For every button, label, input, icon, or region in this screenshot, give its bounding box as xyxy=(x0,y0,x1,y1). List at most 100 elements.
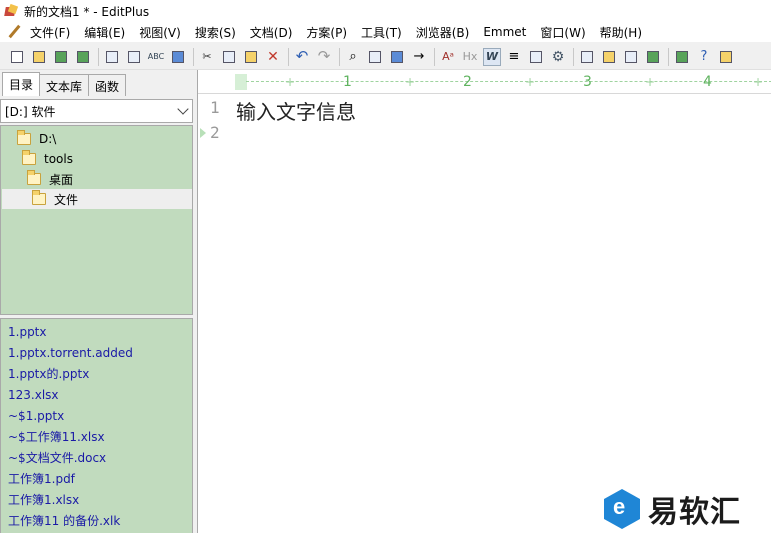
menu-edit[interactable]: 编辑(E) xyxy=(84,24,125,41)
file-list-item[interactable]: 工作簿1.xlsx xyxy=(1,490,192,511)
view4-icon[interactable] xyxy=(644,48,662,66)
wordwrap-icon[interactable]: W xyxy=(483,47,501,66)
toolbar: ABC ✂ ✕ ↶ ↷ ⌕ → Aᵃ Hx W ≡ ⚙ ? xyxy=(0,44,771,70)
file-list-item[interactable]: 123.xlsx xyxy=(1,385,192,406)
file-list-item[interactable]: 1.pptx.torrent.added xyxy=(1,343,192,364)
ruler-tick: + xyxy=(645,75,656,89)
cliptext-icon[interactable] xyxy=(717,48,735,66)
view1-icon[interactable] xyxy=(578,48,596,66)
settings-icon[interactable]: ⚙ xyxy=(549,48,567,66)
line-number: 1 xyxy=(210,98,220,117)
tree-item-desktop[interactable]: 桌面 xyxy=(27,169,73,189)
font-icon[interactable]: Aᵃ xyxy=(439,48,457,66)
ruler-tick: + xyxy=(753,75,764,89)
title-bar: 新的文档1 * - EditPlus xyxy=(0,0,771,22)
tree-item-files[interactable]: 文件 xyxy=(2,189,192,209)
ruler-number-2: 2 xyxy=(463,74,472,90)
copy-icon[interactable] xyxy=(220,48,238,66)
ruler-number-4: 4 xyxy=(703,74,712,90)
delete-icon[interactable]: ✕ xyxy=(264,48,282,66)
menu-view[interactable]: 视图(V) xyxy=(139,24,181,41)
menu-search[interactable]: 搜索(S) xyxy=(195,24,236,41)
indent-icon[interactable]: ≡ xyxy=(505,48,523,66)
sidebar-tabs: 目录 文本库 函数 xyxy=(0,72,195,96)
toolbar-separator xyxy=(288,47,289,66)
brand-logo-icon: e xyxy=(604,489,640,529)
toolbar-separator xyxy=(434,47,435,66)
ruler-number-1: 1 xyxy=(343,74,352,90)
file-list-item[interactable]: 工作簿11 的备份.xlk xyxy=(1,511,192,532)
tree-item-label: 桌面 xyxy=(49,172,74,187)
find-icon[interactable]: ⌕ xyxy=(344,48,362,66)
watermark: e 易软汇 xyxy=(604,487,741,531)
edit-icon[interactable] xyxy=(388,48,406,66)
paste-icon[interactable] xyxy=(242,48,260,66)
ruler-number-3: 3 xyxy=(583,74,592,90)
drive-select-value: [D:] 软件 xyxy=(5,104,56,119)
editor-pane[interactable]: + 1 + 2 + 3 + 4 + 1 2 输入文字信息 xyxy=(197,70,771,533)
drive-select[interactable]: [D:] 软件 xyxy=(0,99,193,123)
toolbar-separator xyxy=(193,47,194,66)
menu-bar: 文件(F) 编辑(E) 视图(V) 搜索(S) 文档(D) 方案(P) 工具(T… xyxy=(0,22,771,42)
save-icon[interactable] xyxy=(52,48,70,66)
watermark-text: 易软汇 xyxy=(648,495,741,530)
file-list-item[interactable]: ~$工作簿11.xlsx xyxy=(1,427,192,448)
file-list-item[interactable]: 工作簿1.pdf xyxy=(1,469,192,490)
current-line-arrow-icon xyxy=(200,128,206,138)
tree-item-d-drive[interactable]: D:\ xyxy=(17,129,56,149)
tree-item-label: D:\ xyxy=(39,132,57,146)
menu-help[interactable]: 帮助(H) xyxy=(600,24,642,41)
undo-icon[interactable]: ↶ xyxy=(293,48,311,66)
ruler-track xyxy=(246,81,771,82)
menu-file[interactable]: 文件(F) xyxy=(30,24,70,41)
tab-cliptext[interactable]: 文本库 xyxy=(39,74,90,96)
window-title: 新的文档1 * - EditPlus xyxy=(24,4,150,19)
view2-icon[interactable] xyxy=(600,48,618,66)
toolbar-separator xyxy=(339,47,340,66)
open-folder-icon[interactable] xyxy=(30,48,48,66)
hx-icon[interactable]: Hx xyxy=(461,48,479,66)
sync-icon[interactable] xyxy=(169,48,187,66)
tab-functions[interactable]: 函数 xyxy=(88,74,127,96)
file-list-item[interactable]: ~$文档文件.docx xyxy=(1,448,192,469)
folder-icon xyxy=(17,130,31,145)
menu-emmet[interactable]: Emmet xyxy=(483,25,526,39)
ruler-tick: + xyxy=(525,75,536,89)
menu-window[interactable]: 窗口(W) xyxy=(540,24,585,41)
tab-directory[interactable]: 目录 xyxy=(2,72,41,96)
print-preview-icon[interactable] xyxy=(103,48,121,66)
directory-tree: D:\ tools 桌面 文件 xyxy=(0,125,193,315)
chevron-down-icon[interactable] xyxy=(177,103,189,115)
tree-item-tools[interactable]: tools xyxy=(22,149,73,169)
replace-icon[interactable] xyxy=(366,48,384,66)
file-list-item[interactable]: 1.pptx的.pptx xyxy=(1,364,192,385)
file-list: 1.pptx 1.pptx.torrent.added 1.pptx的.pptx… xyxy=(0,318,193,533)
file-list-item[interactable]: ~$1.pptx xyxy=(1,406,192,427)
ruler-tick: + xyxy=(405,75,416,89)
redo-icon[interactable]: ↷ xyxy=(315,48,333,66)
save-all-icon[interactable] xyxy=(74,48,92,66)
help-icon[interactable]: ? xyxy=(695,48,713,66)
ruler-icon[interactable] xyxy=(527,48,545,66)
new-document-icon[interactable] xyxy=(8,48,26,66)
menu-tools[interactable]: 工具(T) xyxy=(361,24,402,41)
goto-icon[interactable]: → xyxy=(410,48,428,66)
folder-icon xyxy=(32,190,46,205)
line-number-gutter: 1 2 xyxy=(198,94,232,533)
editor-line-1[interactable]: 输入文字信息 xyxy=(236,96,356,125)
print-icon[interactable] xyxy=(125,48,143,66)
toolbar-separator xyxy=(573,47,574,66)
line-number: 2 xyxy=(210,123,220,142)
cut-icon[interactable]: ✂ xyxy=(198,48,216,66)
view3-icon[interactable] xyxy=(622,48,640,66)
folder-icon xyxy=(27,170,41,185)
spellcheck-icon[interactable]: ABC xyxy=(147,48,165,66)
menu-project[interactable]: 方案(P) xyxy=(306,24,347,41)
menu-document[interactable]: 文档(D) xyxy=(250,24,293,41)
file-list-item[interactable]: 1.pptx xyxy=(1,322,192,343)
menu-browser[interactable]: 浏览器(B) xyxy=(416,24,470,41)
toolbar-separator xyxy=(668,47,669,66)
ruler-cursor-mark xyxy=(235,74,247,90)
browser-icon[interactable] xyxy=(673,48,691,66)
tree-item-label: tools xyxy=(44,152,73,166)
